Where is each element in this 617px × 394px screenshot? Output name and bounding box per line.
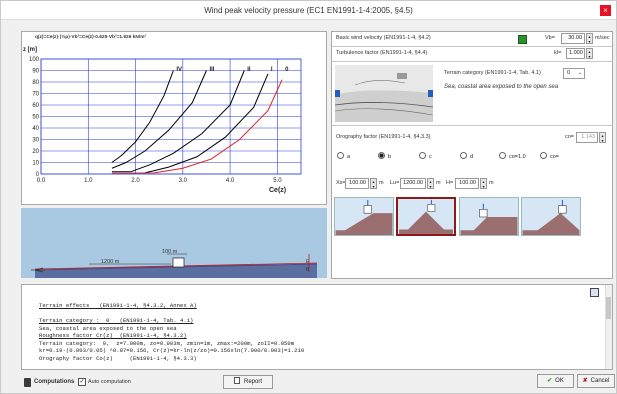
- profile-length-label: 1200 m: [101, 259, 120, 265]
- h-input[interactable]: 100.00: [455, 178, 479, 189]
- y-tick-label: 40: [32, 126, 39, 132]
- orography-tile-b[interactable]: [396, 197, 456, 236]
- x-tick-label: 5.0: [273, 178, 282, 184]
- x-tick-label: 1.0: [84, 178, 93, 184]
- h-spinner[interactable]: ▴ ▾: [480, 178, 487, 189]
- vb-label: Basic wind velocity (EN1991-1-4, §4.2): [336, 35, 431, 41]
- profile-marker-b: B: [306, 267, 310, 273]
- y-tick-label: 80: [32, 80, 39, 86]
- y-tick-label: 90: [32, 69, 39, 75]
- profile-height-label: 100 m: [162, 249, 178, 255]
- dialog-window: Wind peak velocity pressure (EC1 EN1991-…: [0, 0, 617, 394]
- y-tick-label: 60: [32, 103, 39, 109]
- orography-tile-d[interactable]: [521, 197, 581, 236]
- report-line: Terrain category: 0, z=7.000m, zo=0.003m…: [39, 339, 295, 347]
- lu-spinner[interactable]: ▴ ▾: [427, 178, 434, 189]
- terrain-label: Terrain category (EN1991-1-4, Tab. 4.1): [444, 70, 541, 76]
- series-label: I: [271, 67, 273, 73]
- radio-b[interactable]: b: [378, 152, 391, 162]
- radio-d[interactable]: d: [460, 152, 473, 162]
- y-tick-label: 30: [32, 138, 39, 144]
- profile-drawing: [21, 208, 327, 278]
- vb-prefix: Vb=: [545, 35, 555, 41]
- xs-unit: m: [379, 180, 384, 186]
- y-tick-label: 70: [32, 92, 39, 98]
- ok-button[interactable]: ✔ OK: [537, 374, 574, 388]
- x-axis-label: Ce(z): [269, 187, 286, 194]
- x-tick-label: 3.0: [179, 178, 188, 184]
- xs-input[interactable]: 100.00: [345, 178, 369, 189]
- y-axis-label: z [m]: [23, 47, 37, 53]
- report-text: Terrain effects (EN1991-1-4, §4.3.2, Ann…: [39, 302, 599, 370]
- vb-unit: m/sec: [595, 35, 610, 41]
- window-title: Wind peak velocity pressure (EC1 EN1991-…: [204, 6, 413, 15]
- auto-computation-checkbox[interactable]: ✓: [78, 378, 86, 386]
- xs-spinner[interactable]: ▴ ▾: [370, 178, 377, 189]
- series-label: IV: [176, 67, 182, 73]
- series-label: III: [209, 67, 214, 73]
- x-tick-label: 2.0: [131, 178, 140, 184]
- radio-c[interactable]: c: [419, 152, 432, 162]
- report-line: Orography factor Co(z) (EN1991-1-4, §4.3…: [39, 354, 197, 362]
- ok-button-label: OK: [555, 378, 564, 384]
- radio-co-custom[interactable]: co=: [540, 152, 559, 162]
- computations-label[interactable]: Computations: [34, 376, 74, 388]
- wind-icon[interactable]: [518, 35, 527, 44]
- chevron-down-icon[interactable]: ⌄: [578, 68, 582, 79]
- report-button[interactable]: Report: [223, 375, 273, 389]
- y-tick-label: 50: [32, 115, 39, 121]
- close-icon: ✘: [582, 378, 588, 384]
- terrain-photo: [335, 65, 433, 122]
- y-tick-label: 100: [29, 57, 40, 63]
- report-line: kr=0.19·(0.003/0.05) ^0.07=0.156, Cr(z)=…: [39, 347, 305, 354]
- close-button[interactable]: ×: [600, 5, 611, 16]
- radio-a[interactable]: a: [337, 152, 350, 162]
- report-line: Sea, coastal area exposed to the open se…: [39, 324, 177, 332]
- x-tick-label: 0.0: [37, 178, 46, 184]
- photo-prev-arrow[interactable]: [335, 90, 340, 97]
- vb-spinner[interactable]: ▴ ▾: [586, 33, 593, 44]
- y-tick-label: 20: [32, 149, 39, 155]
- series-label: II: [247, 67, 251, 73]
- vb-input[interactable]: 30.00: [561, 33, 585, 44]
- report-scroll-thumb[interactable]: [606, 297, 611, 319]
- radio-co-1[interactable]: co=1.0: [499, 152, 526, 162]
- report-line: Terrain effects (EN1991-1-4, §4.3.2, Ann…: [39, 302, 197, 309]
- title-bar: Wind peak velocity pressure (EC1 EN1991-…: [1, 1, 616, 20]
- report-button-label: Report: [243, 379, 262, 385]
- co-input[interactable]: 1.143: [576, 132, 598, 143]
- co-prefix: co=: [565, 134, 575, 140]
- cancel-button-label: Cancel: [590, 378, 610, 384]
- lu-input[interactable]: 1200.00: [400, 178, 426, 189]
- ce-z-chart: 0 10 20 30 40 50 60 70 80 90 100 0.0 1.0 2.0 3.0 4.0 5.0…: [23, 47, 302, 194]
- computations-icon: [24, 378, 31, 387]
- kr-spinner[interactable]: ▴ ▾: [586, 48, 593, 59]
- print-icon[interactable]: [590, 288, 599, 297]
- orography-tile-a[interactable]: [334, 197, 394, 236]
- report-line: Terrain category : 0 (EN1991-1-4, Tab. 4…: [39, 317, 194, 324]
- h-unit: m: [489, 180, 494, 186]
- photo-next-arrow[interactable]: [428, 90, 433, 97]
- auto-computation-label: Auto computation: [88, 379, 131, 385]
- report-icon: [233, 377, 240, 384]
- orography-tile-c[interactable]: [459, 197, 519, 236]
- x-tick-label: 4.0: [226, 178, 235, 184]
- kr-prefix: kI=: [554, 50, 562, 56]
- series-line: [111, 70, 207, 169]
- co-spinner[interactable]: ▴ ▾: [599, 132, 606, 143]
- kr-label: Turbulence factor (EN1991-1-4, §4.4): [336, 50, 428, 56]
- check-icon: ✔: [547, 378, 553, 384]
- report-line: [39, 310, 599, 318]
- lu-prefix: Lu=: [390, 180, 400, 186]
- terrain-description: Sea, coastal area exposed to the open se…: [444, 84, 559, 90]
- series-label: 0: [285, 67, 289, 73]
- cancel-button[interactable]: ✘ Cancel: [577, 374, 615, 388]
- report-line: Roughness factor Cr(z) (EN1991-1-4, §4.3…: [39, 332, 187, 339]
- h-prefix: H=: [446, 180, 454, 186]
- lu-unit: m: [436, 180, 441, 186]
- series-line: [130, 70, 245, 173]
- kr-input[interactable]: 1.000: [566, 48, 585, 59]
- orography-label: Orography factor (EN1991-1-4, §4.3.3): [336, 134, 431, 140]
- y-tick-label: 10: [32, 161, 39, 167]
